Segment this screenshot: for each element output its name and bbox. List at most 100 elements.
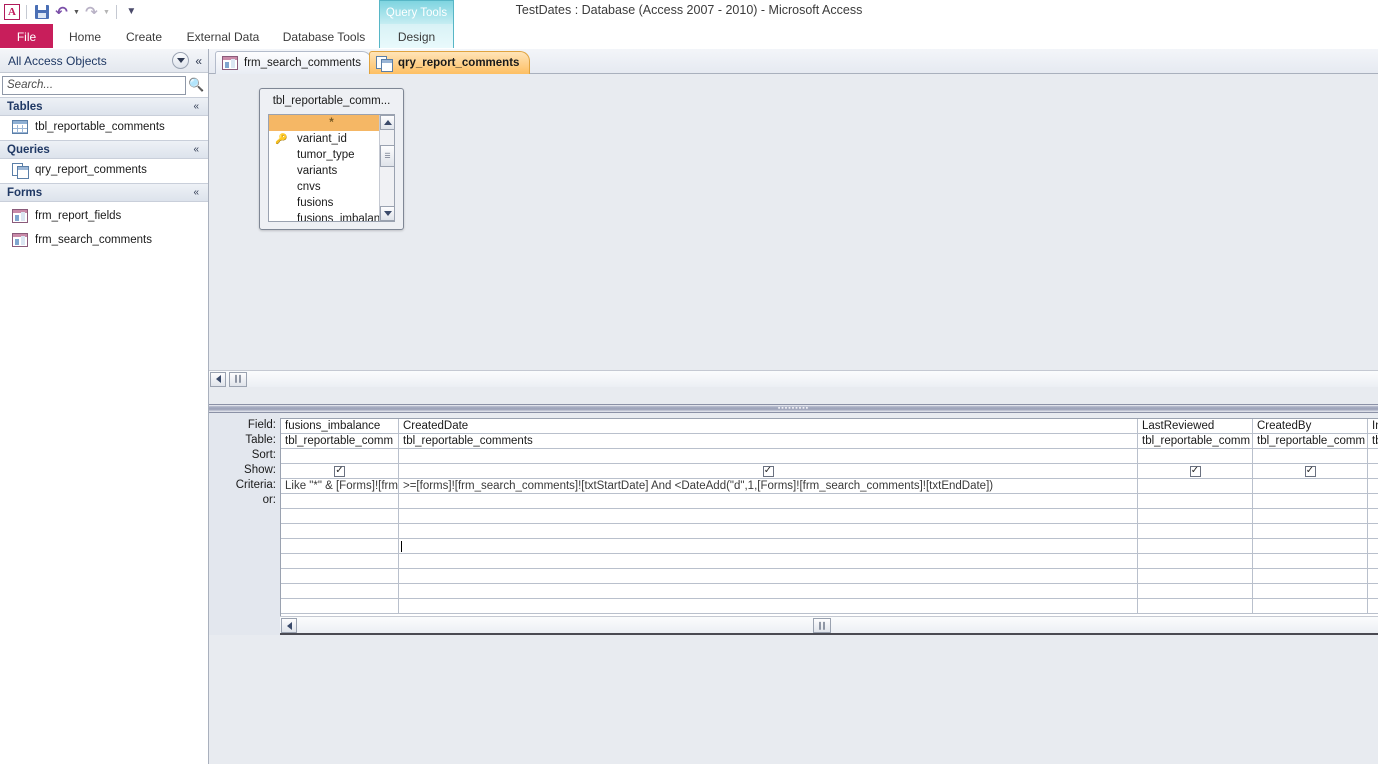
cell-extra-2-2[interactable] [399, 524, 1138, 539]
field-list-item-fusions[interactable]: fusions [269, 195, 394, 211]
cell-show-4[interactable]: ✓ [1253, 464, 1368, 479]
tab-file[interactable]: File [0, 24, 53, 49]
tab-create[interactable]: Create [120, 24, 168, 49]
cell-extra-5-7[interactable] [1368, 599, 1378, 614]
cell-extra-5-3[interactable] [1368, 539, 1378, 554]
search-icon[interactable]: 🔍 [186, 76, 206, 95]
cell-show-5[interactable] [1368, 464, 1378, 479]
cell-sort-4[interactable] [1253, 449, 1368, 464]
cell-field-3[interactable]: LastReviewed [1138, 419, 1253, 434]
cell-extra-5-1[interactable] [1368, 509, 1378, 524]
cell-sort-2[interactable] [399, 449, 1138, 464]
cell-extra-2-1[interactable] [399, 509, 1138, 524]
cell-extra-4-7[interactable] [1253, 599, 1368, 614]
cell-criteria-2[interactable]: >=[forms]![frm_search_comments]![txtStar… [399, 479, 1138, 494]
cell-extra-3-1[interactable] [1138, 509, 1253, 524]
cell-table-5[interactable]: tb [1368, 434, 1378, 449]
cell-field-1[interactable]: fusions_imbalance [281, 419, 399, 434]
cell-table-1[interactable]: tbl_reportable_comm [281, 434, 399, 449]
scroll-down-arrow-icon[interactable] [380, 206, 394, 221]
double-chevron-left-icon[interactable]: « [195, 54, 202, 68]
nav-item-tbl-reportable-comments[interactable]: tbl_reportable_comments [0, 117, 208, 137]
cell-or-2[interactable] [399, 494, 1138, 509]
cell-show-2[interactable]: ✓ [399, 464, 1138, 479]
cell-extra-1-2[interactable] [281, 524, 399, 539]
cell-extra-4-3[interactable] [1253, 539, 1368, 554]
field-list-item-variant-id[interactable]: 🔑 variant_id [269, 131, 394, 147]
cell-show-3[interactable]: ✓ [1138, 464, 1253, 479]
cell-criteria-1[interactable]: Like "*" & [Forms]![frm [281, 479, 399, 494]
pane-splitter[interactable]: ▪▪▪▪▪▪▪▪▪ [209, 404, 1378, 413]
cell-extra-5-4[interactable] [1368, 554, 1378, 569]
cell-or-1[interactable] [281, 494, 399, 509]
cell-extra-2-6[interactable] [399, 584, 1138, 599]
field-list-item-variants[interactable]: variants [269, 163, 394, 179]
scroll-up-arrow-icon[interactable] [380, 115, 394, 130]
chevron-up-icon-tables[interactable]: « [193, 101, 199, 112]
scroll-left-arrow-icon[interactable] [210, 371, 226, 387]
cell-extra-1-6[interactable] [281, 584, 399, 599]
cell-extra-4-5[interactable] [1253, 569, 1368, 584]
checkbox-checked-icon[interactable]: ✓ [334, 465, 345, 477]
cell-extra-5-2[interactable] [1368, 524, 1378, 539]
chevron-up-icon-queries[interactable]: « [193, 144, 199, 155]
cell-table-4[interactable]: tbl_reportable_comm [1253, 434, 1368, 449]
cell-extra-2-3-focused[interactable] [399, 539, 1138, 554]
scrollbar-thumb[interactable]: ∥∥ [229, 371, 247, 387]
cell-extra-3-4[interactable] [1138, 554, 1253, 569]
upper-pane-horizontal-scrollbar[interactable]: ∥∥ [209, 370, 1378, 387]
nav-item-frm-report-fields[interactable]: frm_report_fields [0, 206, 208, 226]
tab-database-tools[interactable]: Database Tools [276, 24, 372, 49]
search-input[interactable] [2, 75, 187, 95]
cell-sort-1[interactable] [281, 449, 399, 464]
checkbox-checked-icon[interactable]: ✓ [762, 465, 774, 477]
cell-extra-3-5[interactable] [1138, 569, 1253, 584]
query-design-upper-pane[interactable]: tbl_reportable_comm... * 🔑 variant_id tu… [209, 74, 1378, 387]
cell-criteria-3[interactable] [1138, 479, 1253, 494]
cell-extra-1-1[interactable] [281, 509, 399, 524]
cell-extra-5-5[interactable] [1368, 569, 1378, 584]
field-list-scrollbar[interactable]: ☰ [379, 115, 394, 221]
cell-sort-3[interactable] [1138, 449, 1253, 464]
chevron-up-icon-forms[interactable]: « [193, 187, 199, 198]
cell-criteria-4[interactable] [1253, 479, 1368, 494]
cell-sort-5[interactable] [1368, 449, 1378, 464]
checkbox-checked-icon[interactable]: ✓ [1189, 465, 1201, 477]
cell-extra-3-3[interactable] [1138, 539, 1253, 554]
grid-horizontal-scrollbar[interactable]: ∥∥ [280, 616, 1378, 633]
cell-or-5[interactable] [1368, 494, 1378, 509]
field-list[interactable]: * 🔑 variant_id tumor_type variants cnvs … [268, 114, 395, 222]
cell-extra-1-4[interactable] [281, 554, 399, 569]
tab-qry-report-comments[interactable]: qry_report_comments [369, 51, 531, 74]
tab-frm-search-comments[interactable]: frm_search_comments [215, 51, 372, 74]
scroll-left-arrow-icon[interactable] [281, 618, 297, 633]
cell-extra-4-1[interactable] [1253, 509, 1368, 524]
field-list-item-tumor-type[interactable]: tumor_type [269, 147, 394, 163]
cell-table-3[interactable]: tbl_reportable_comm [1138, 434, 1253, 449]
cell-or-4[interactable] [1253, 494, 1368, 509]
table-field-list-box[interactable]: tbl_reportable_comm... * 🔑 variant_id tu… [259, 88, 404, 230]
nav-group-forms[interactable]: Forms « [0, 183, 208, 202]
cell-or-3[interactable] [1138, 494, 1253, 509]
scrollbar-thumb[interactable]: ☰ [380, 145, 394, 167]
tab-design[interactable]: Design [379, 24, 454, 49]
scrollbar-thumb[interactable]: ∥∥ [813, 618, 831, 633]
tab-external-data[interactable]: External Data [180, 24, 266, 49]
cell-extra-2-4[interactable] [399, 554, 1138, 569]
grid-cells-area[interactable]: fusions_imbalance tbl_reportable_comm ✓ … [280, 418, 1378, 618]
cell-show-1[interactable]: ✓ [281, 464, 399, 479]
cell-criteria-5[interactable] [1368, 479, 1378, 494]
cell-extra-3-6[interactable] [1138, 584, 1253, 599]
nav-item-qry-report-comments[interactable]: qry_report_comments [0, 160, 208, 180]
cell-extra-4-6[interactable] [1253, 584, 1368, 599]
cell-extra-4-2[interactable] [1253, 524, 1368, 539]
cell-extra-1-3[interactable] [281, 539, 399, 554]
nav-item-frm-search-comments[interactable]: frm_search_comments [0, 230, 208, 250]
cell-extra-2-5[interactable] [399, 569, 1138, 584]
field-list-item-asterisk[interactable]: * [269, 115, 394, 131]
nav-group-tables[interactable]: Tables « [0, 97, 208, 116]
cell-extra-5-6[interactable] [1368, 584, 1378, 599]
cell-field-5[interactable]: In [1368, 419, 1378, 434]
cell-extra-2-7[interactable] [399, 599, 1138, 614]
cell-extra-3-2[interactable] [1138, 524, 1253, 539]
